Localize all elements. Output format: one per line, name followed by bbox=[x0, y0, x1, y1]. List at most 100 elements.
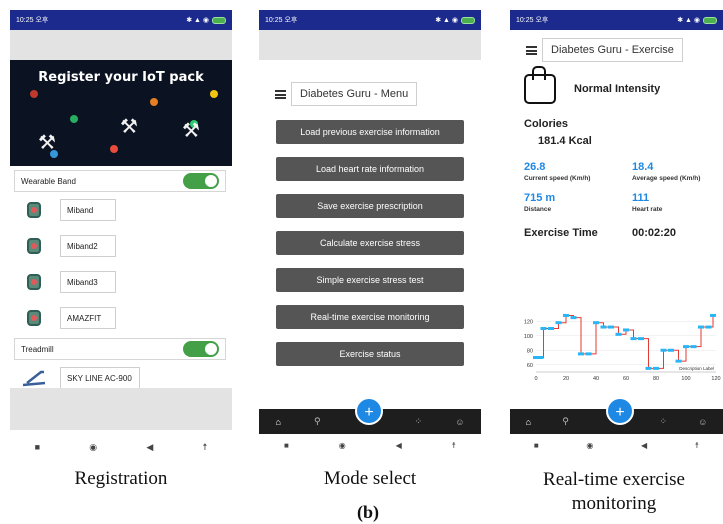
treadmill-toggle[interactable] bbox=[183, 341, 219, 357]
calories-value: 181.4 Kcal bbox=[538, 135, 592, 147]
device-name[interactable]: Miband3 bbox=[60, 271, 116, 293]
calculate-stress-button[interactable]: Calculate exercise stress bbox=[276, 231, 464, 255]
average-speed-stat: 18.4 Average speed (Km/h) bbox=[632, 161, 722, 182]
device-name[interactable]: AMAZFIT bbox=[60, 307, 116, 329]
wearable-band-row: Wearable Band bbox=[14, 170, 226, 192]
wrench-icon: ⚒ bbox=[120, 116, 138, 138]
x-tick-label: 20 bbox=[563, 376, 569, 382]
heart-rate-chart: 60 80 100 120 0 20 40 60 80 100 120 Description Lab… bbox=[524, 313, 721, 382]
data-point bbox=[638, 337, 644, 341]
add-fab-button[interactable]: + bbox=[606, 397, 634, 425]
menu-title: Diabetes Guru - Menu bbox=[291, 82, 418, 106]
mode-select-screen: 10:25 오후 ✱ ▲ ◉ Diabetes Guru - Menu Load… bbox=[259, 10, 481, 457]
hamburger-menu-icon[interactable] bbox=[526, 45, 537, 55]
device-name[interactable]: Miband2 bbox=[60, 235, 116, 257]
wearable-band-toggle[interactable] bbox=[183, 173, 219, 189]
data-point bbox=[563, 313, 569, 317]
search-tab-icon[interactable]: ⚲ bbox=[562, 416, 569, 427]
load-previous-exercise-button[interactable]: Load previous exercise information bbox=[276, 120, 464, 144]
data-point bbox=[593, 321, 599, 325]
x-tick-label: 0 bbox=[534, 376, 537, 382]
average-speed-label: Average speed (Km/h) bbox=[632, 175, 701, 182]
data-point bbox=[660, 348, 667, 352]
caption-monitoring: Real-time exercise monitoring bbox=[543, 469, 685, 514]
data-point bbox=[570, 316, 577, 320]
current-speed-stat: 26.8 Current speed (Km/h) bbox=[524, 161, 632, 182]
data-point bbox=[623, 328, 629, 332]
recent-apps-icon[interactable]: ■ bbox=[35, 442, 40, 452]
average-speed-value: 18.4 bbox=[632, 161, 654, 173]
status-bar: 10:25 오후 ✱ ▲ ◉ bbox=[10, 10, 232, 30]
data-point bbox=[653, 366, 659, 370]
x-tick-label: 100 bbox=[681, 376, 690, 382]
watch-icon bbox=[20, 268, 48, 296]
y-tick-label: 100 bbox=[524, 334, 533, 340]
status-bar: 10:25 오후 ✱ ▲ ◉ bbox=[259, 10, 481, 30]
y-tick-label: 120 bbox=[524, 319, 533, 325]
caption-registration: Registration bbox=[74, 468, 168, 489]
home-icon[interactable]: ◉ bbox=[586, 441, 593, 450]
data-point bbox=[630, 337, 637, 341]
accessibility-icon[interactable]: ☨ bbox=[452, 441, 456, 450]
back-icon[interactable]: ◀ bbox=[396, 441, 402, 450]
data-point bbox=[555, 321, 562, 325]
data-point bbox=[600, 325, 607, 329]
system-nav: ■ ◉ ◀ ☨ bbox=[510, 434, 723, 457]
accessibility-icon[interactable]: ☨ bbox=[202, 442, 207, 453]
system-nav: ■ ◉ ◀ ☨ bbox=[259, 434, 481, 457]
recent-apps-icon[interactable]: ■ bbox=[284, 441, 289, 450]
stress-test-button[interactable]: Simple exercise stress test bbox=[276, 268, 464, 292]
back-icon[interactable]: ◀ bbox=[641, 441, 647, 450]
hamburger-menu-icon[interactable] bbox=[275, 89, 286, 99]
exercise-title: Diabetes Guru - Exercise bbox=[542, 38, 683, 62]
save-prescription-button[interactable]: Save exercise prescription bbox=[276, 194, 464, 218]
data-point bbox=[645, 366, 652, 370]
data-point bbox=[537, 356, 544, 359]
device-row[interactable]: AMAZFIT bbox=[10, 300, 232, 336]
data-point bbox=[578, 352, 584, 356]
x-tick-label: 120 bbox=[711, 376, 720, 382]
realtime-monitoring-button[interactable]: Real-time exercise monitoring bbox=[276, 305, 464, 329]
stats-tab-icon[interactable]: ⁘ bbox=[659, 416, 667, 427]
treadmill-device-name[interactable]: SKY LINE AC-900 bbox=[60, 367, 140, 389]
profile-tab-icon[interactable]: ☺ bbox=[698, 417, 707, 427]
device-row[interactable]: Miband bbox=[10, 192, 232, 228]
current-speed-value: 26.8 bbox=[524, 161, 546, 173]
heart-rate-label: Heart rate bbox=[632, 206, 663, 213]
app-bar bbox=[259, 30, 481, 60]
exercise-header: Diabetes Guru - Exercise bbox=[526, 38, 723, 62]
device-row[interactable]: Miband2 bbox=[10, 228, 232, 264]
wrench-icon: ⚒ bbox=[182, 120, 200, 142]
exercise-time-label: Exercise Time bbox=[524, 227, 598, 239]
battery-icon bbox=[212, 16, 226, 24]
caption-mode-select: Mode select bbox=[323, 468, 417, 489]
legend-label: Description Label bbox=[679, 366, 714, 371]
register-banner: Register your IoT pack ⚒ ⚒ ⚒ bbox=[10, 60, 232, 166]
device-name[interactable]: Miband bbox=[60, 199, 116, 221]
heart-rate-stat: 111 Heart rate bbox=[632, 192, 722, 213]
thumbs-up-icon bbox=[524, 66, 556, 104]
data-point bbox=[548, 327, 554, 330]
home-tab-icon[interactable]: ⌂ bbox=[526, 417, 531, 427]
distance-label: Distance bbox=[524, 206, 552, 213]
intensity-row: Normal Intensity bbox=[524, 66, 723, 104]
back-icon[interactable]: ◀ bbox=[146, 442, 153, 453]
home-icon[interactable]: ◉ bbox=[339, 441, 346, 450]
add-fab-button[interactable]: + bbox=[355, 397, 383, 425]
wearable-band-label: Wearable Band bbox=[21, 176, 76, 186]
heart-rate-value: 111 bbox=[632, 192, 650, 204]
profile-tab-icon[interactable]: ☺ bbox=[455, 417, 464, 427]
data-point bbox=[675, 359, 682, 363]
status-time: 10:25 오후 bbox=[265, 17, 298, 24]
recent-apps-icon[interactable]: ■ bbox=[534, 441, 539, 450]
device-row[interactable]: Miband3 bbox=[10, 264, 232, 300]
home-tab-icon[interactable]: ⌂ bbox=[276, 417, 281, 427]
search-tab-icon[interactable]: ⚲ bbox=[314, 416, 321, 427]
intensity-label: Normal Intensity bbox=[574, 83, 661, 95]
load-heart-rate-button[interactable]: Load heart rate information bbox=[276, 157, 464, 181]
exercise-status-button[interactable]: Exercise status bbox=[276, 342, 464, 366]
accessibility-icon[interactable]: ☨ bbox=[695, 441, 699, 450]
figure-label: (b) bbox=[357, 502, 379, 522]
stats-tab-icon[interactable]: ⁘ bbox=[415, 416, 423, 427]
home-icon[interactable]: ◉ bbox=[89, 442, 97, 453]
